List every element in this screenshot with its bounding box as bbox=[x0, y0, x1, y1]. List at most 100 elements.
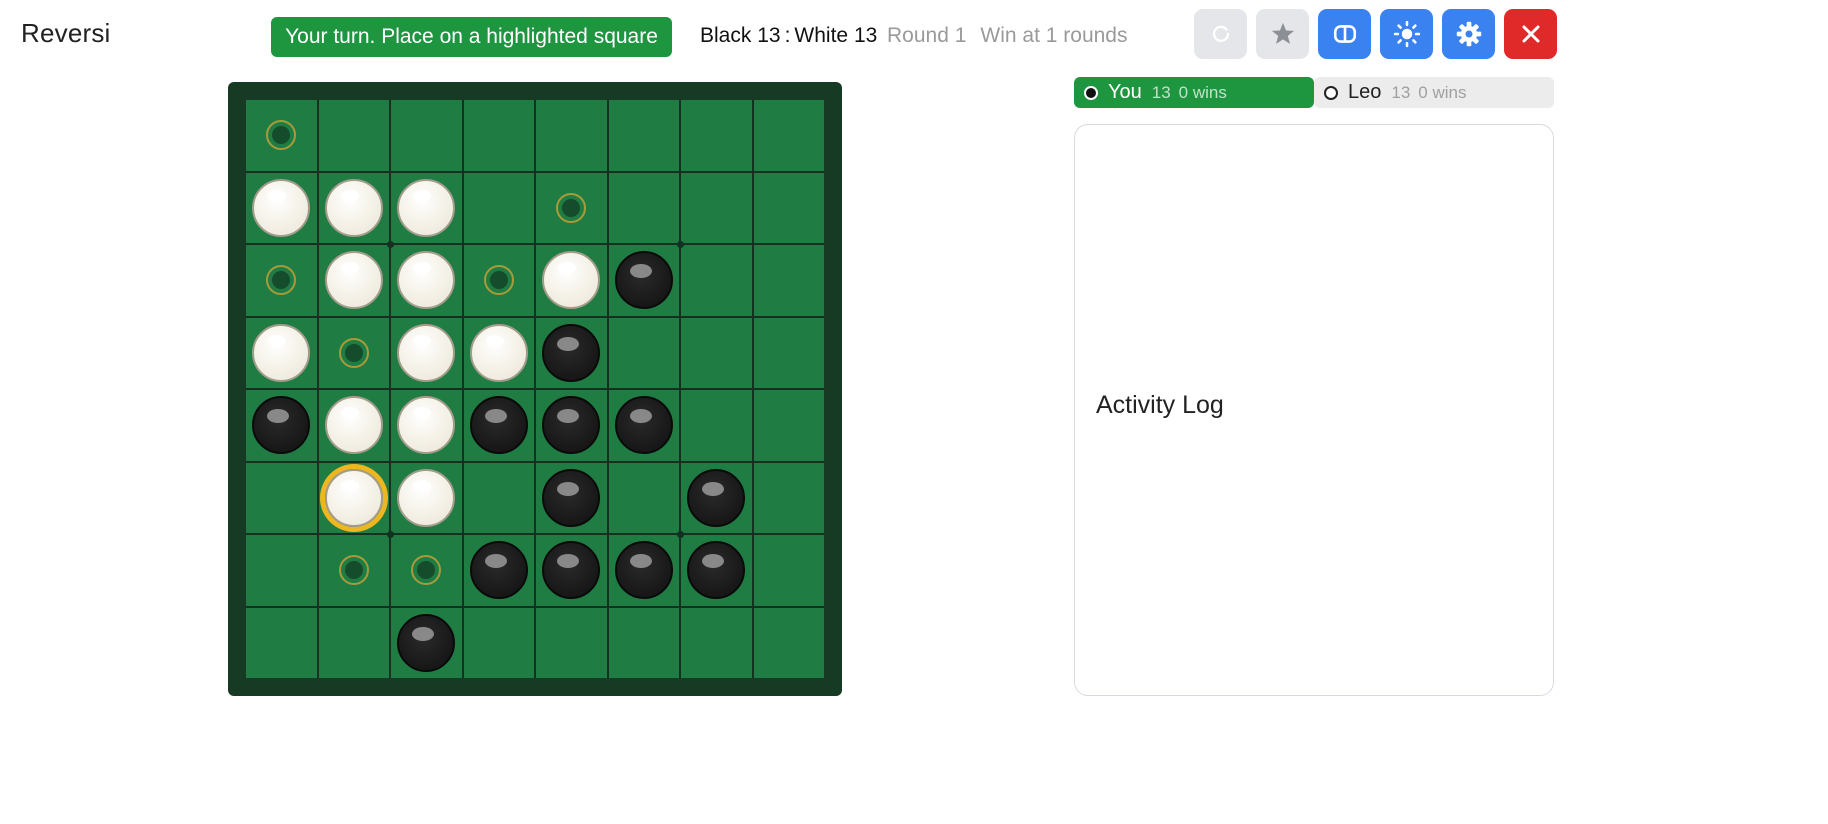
board-cell bbox=[318, 245, 389, 316]
black-piece bbox=[614, 251, 673, 310]
board-cell bbox=[753, 172, 824, 243]
white-piece bbox=[324, 251, 383, 310]
board-cell bbox=[391, 172, 462, 243]
board-grid bbox=[246, 100, 824, 678]
board-cell[interactable] bbox=[536, 172, 607, 243]
board-cell bbox=[608, 607, 679, 678]
white-piece bbox=[397, 323, 456, 382]
status-message: Your turn. Place on a highlighted square bbox=[285, 25, 658, 48]
board-cell bbox=[681, 535, 752, 606]
favorite-button[interactable] bbox=[1256, 9, 1309, 59]
board-cell bbox=[391, 390, 462, 461]
board-cell bbox=[463, 607, 534, 678]
white-piece bbox=[469, 323, 528, 382]
board-cell bbox=[681, 317, 752, 388]
player-tab-leo[interactable]: Leo 13 0 wins bbox=[1314, 77, 1554, 108]
legal-move-hint bbox=[266, 120, 297, 151]
board-cell[interactable] bbox=[318, 317, 389, 388]
white-piece bbox=[324, 468, 383, 527]
black-score-label: Black bbox=[700, 24, 752, 47]
board-cell bbox=[608, 462, 679, 533]
board-cell bbox=[536, 100, 607, 171]
player-wins: 0 wins bbox=[1178, 82, 1227, 102]
refresh-icon bbox=[1212, 25, 1229, 43]
board-cell[interactable] bbox=[246, 100, 317, 171]
board-cell bbox=[753, 245, 824, 316]
board-star-point bbox=[386, 530, 394, 538]
legal-move-hint bbox=[266, 265, 297, 296]
board-cell bbox=[608, 317, 679, 388]
board-cell[interactable] bbox=[246, 245, 317, 316]
win-condition: Win at 1 rounds bbox=[980, 24, 1128, 47]
black-piece bbox=[542, 468, 601, 527]
board-cell bbox=[536, 535, 607, 606]
activity-log-panel[interactable]: Activity Log bbox=[1074, 124, 1554, 696]
board-cell bbox=[608, 172, 679, 243]
white-piece bbox=[252, 178, 311, 237]
player-name: You bbox=[1108, 81, 1142, 103]
board-star-point bbox=[386, 240, 394, 248]
activity-log-title: Activity Log bbox=[1096, 391, 1224, 419]
player-name: Leo bbox=[1348, 81, 1382, 103]
board-cell bbox=[246, 462, 317, 533]
board-cell bbox=[246, 390, 317, 461]
board-cell bbox=[318, 172, 389, 243]
board-cell bbox=[246, 317, 317, 388]
board-cell bbox=[463, 535, 534, 606]
legal-move-hint bbox=[483, 265, 514, 296]
black-piece bbox=[252, 396, 311, 455]
close-button[interactable] bbox=[1504, 9, 1557, 59]
white-piece bbox=[397, 396, 456, 455]
legal-move-hint bbox=[338, 555, 369, 586]
board-cell bbox=[391, 100, 462, 171]
board-cell bbox=[536, 245, 607, 316]
game-board bbox=[228, 82, 842, 696]
layout-toggle-button[interactable] bbox=[1318, 9, 1371, 59]
white-piece bbox=[397, 178, 456, 237]
black-piece-indicator bbox=[1084, 85, 1098, 100]
white-score-value: 13 bbox=[853, 24, 878, 47]
settings-button[interactable] bbox=[1442, 9, 1495, 59]
restart-button[interactable] bbox=[1194, 9, 1247, 59]
board-cell bbox=[318, 100, 389, 171]
board-cell bbox=[536, 462, 607, 533]
board-cell bbox=[608, 390, 679, 461]
board-cell bbox=[536, 607, 607, 678]
black-piece bbox=[687, 541, 746, 600]
white-piece bbox=[397, 251, 456, 310]
board-cell bbox=[681, 462, 752, 533]
white-piece bbox=[397, 468, 456, 527]
board-cell bbox=[463, 317, 534, 388]
white-piece bbox=[324, 396, 383, 455]
board-cell bbox=[246, 607, 317, 678]
board-cell[interactable] bbox=[463, 245, 534, 316]
black-piece bbox=[542, 323, 601, 382]
theme-toggle-button[interactable] bbox=[1380, 9, 1433, 59]
layout-toggle-icon bbox=[1333, 25, 1356, 43]
black-piece bbox=[469, 541, 528, 600]
board-cell[interactable] bbox=[391, 535, 462, 606]
score-separator: : bbox=[784, 24, 791, 47]
board-cell bbox=[391, 245, 462, 316]
board-cell bbox=[608, 535, 679, 606]
board-cell bbox=[463, 100, 534, 171]
board-star-point bbox=[676, 240, 684, 248]
legal-move-hint bbox=[411, 555, 442, 586]
close-icon bbox=[1522, 25, 1539, 43]
board-cell bbox=[681, 245, 752, 316]
player-tabs: You 13 0 wins Leo 13 0 wins bbox=[1074, 77, 1554, 108]
board-cell bbox=[536, 390, 607, 461]
star-icon bbox=[1271, 22, 1294, 44]
board-cell bbox=[318, 390, 389, 461]
board-cell[interactable] bbox=[318, 535, 389, 606]
black-piece bbox=[542, 541, 601, 600]
player-tab-you[interactable]: You 13 0 wins bbox=[1074, 77, 1314, 108]
black-piece bbox=[614, 541, 673, 600]
white-piece bbox=[324, 178, 383, 237]
board-cell bbox=[463, 462, 534, 533]
player-score: 13 bbox=[1151, 82, 1171, 102]
black-piece bbox=[397, 613, 456, 672]
board-cell bbox=[753, 535, 824, 606]
board-cell bbox=[608, 245, 679, 316]
black-piece bbox=[614, 396, 673, 455]
